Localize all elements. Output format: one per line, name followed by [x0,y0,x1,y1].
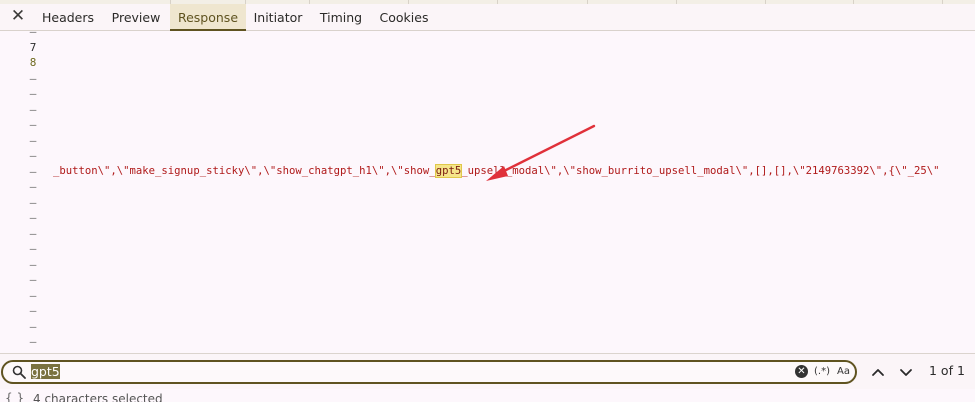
response-editor[interactable]: – 7 8 – – – – – – – – – – – – – – – – – – _button\",\"make_s… [0,25,975,353]
search-input[interactable]: gpt5 ✕ (.*) Aa [1,360,857,384]
divider [587,0,588,4]
line-number: – [29,335,37,348]
line-number: – [29,319,37,333]
code-text-before: _button\",\"make_signup_sticky\",\"show_… [53,165,436,177]
match-case-toggle[interactable]: Aa [837,364,850,379]
divider [309,0,310,4]
line-number: – [29,71,37,85]
line-number: – [29,288,37,302]
tab-initiator[interactable]: Initiator [248,4,308,31]
search-query-selected: gpt5 [31,364,60,379]
tab-response[interactable]: Response [170,4,246,31]
line-number: – [29,87,37,100]
divider [853,0,854,4]
close-icon[interactable]: ✕ [9,7,27,25]
match-count: 1 of 1 [929,363,965,378]
line-number: – [29,102,37,116]
status-bar: { } 4 characters selected [0,389,975,402]
annotation-arrow-icon [486,124,596,181]
divider [942,0,943,4]
line-number: – [29,25,37,38]
line-number: – [29,226,37,240]
line-number: 7 [29,40,37,54]
tab-preview[interactable]: Preview [104,4,168,31]
search-icon [12,365,26,379]
tab-cookies[interactable]: Cookies [373,4,435,31]
clear-search-icon[interactable]: ✕ [795,365,808,378]
chevron-up-icon[interactable] [868,362,888,382]
divider [765,0,766,4]
search-match-highlight: gpt5 [434,164,463,178]
line-number: – [29,304,37,317]
divider [676,0,677,4]
line-number: – [29,211,37,224]
line-number: – [29,180,37,193]
line-number: – [29,195,37,209]
line-number: – [29,118,37,131]
line-number: – [29,149,37,162]
braces-icon[interactable]: { } [5,391,24,402]
search-bar: gpt5 ✕ (.*) Aa 1 of 1 [0,353,975,389]
divider [497,0,498,4]
tab-bar: ✕ Headers Preview Response Initiator Tim… [0,0,975,31]
line-number: – [29,164,37,178]
line-number: – [29,273,37,286]
search-query[interactable]: gpt5 [31,363,60,380]
line-number: – [29,257,37,271]
line-number: – [29,133,37,147]
tab-headers[interactable]: Headers [36,4,100,31]
selection-status: 4 characters selected [33,392,163,402]
line-number: – [29,242,37,255]
line-number: 8 [29,56,37,69]
regex-toggle[interactable]: (.*) [814,364,830,379]
tab-timing[interactable]: Timing [313,4,369,31]
chevron-down-icon[interactable] [896,362,916,382]
